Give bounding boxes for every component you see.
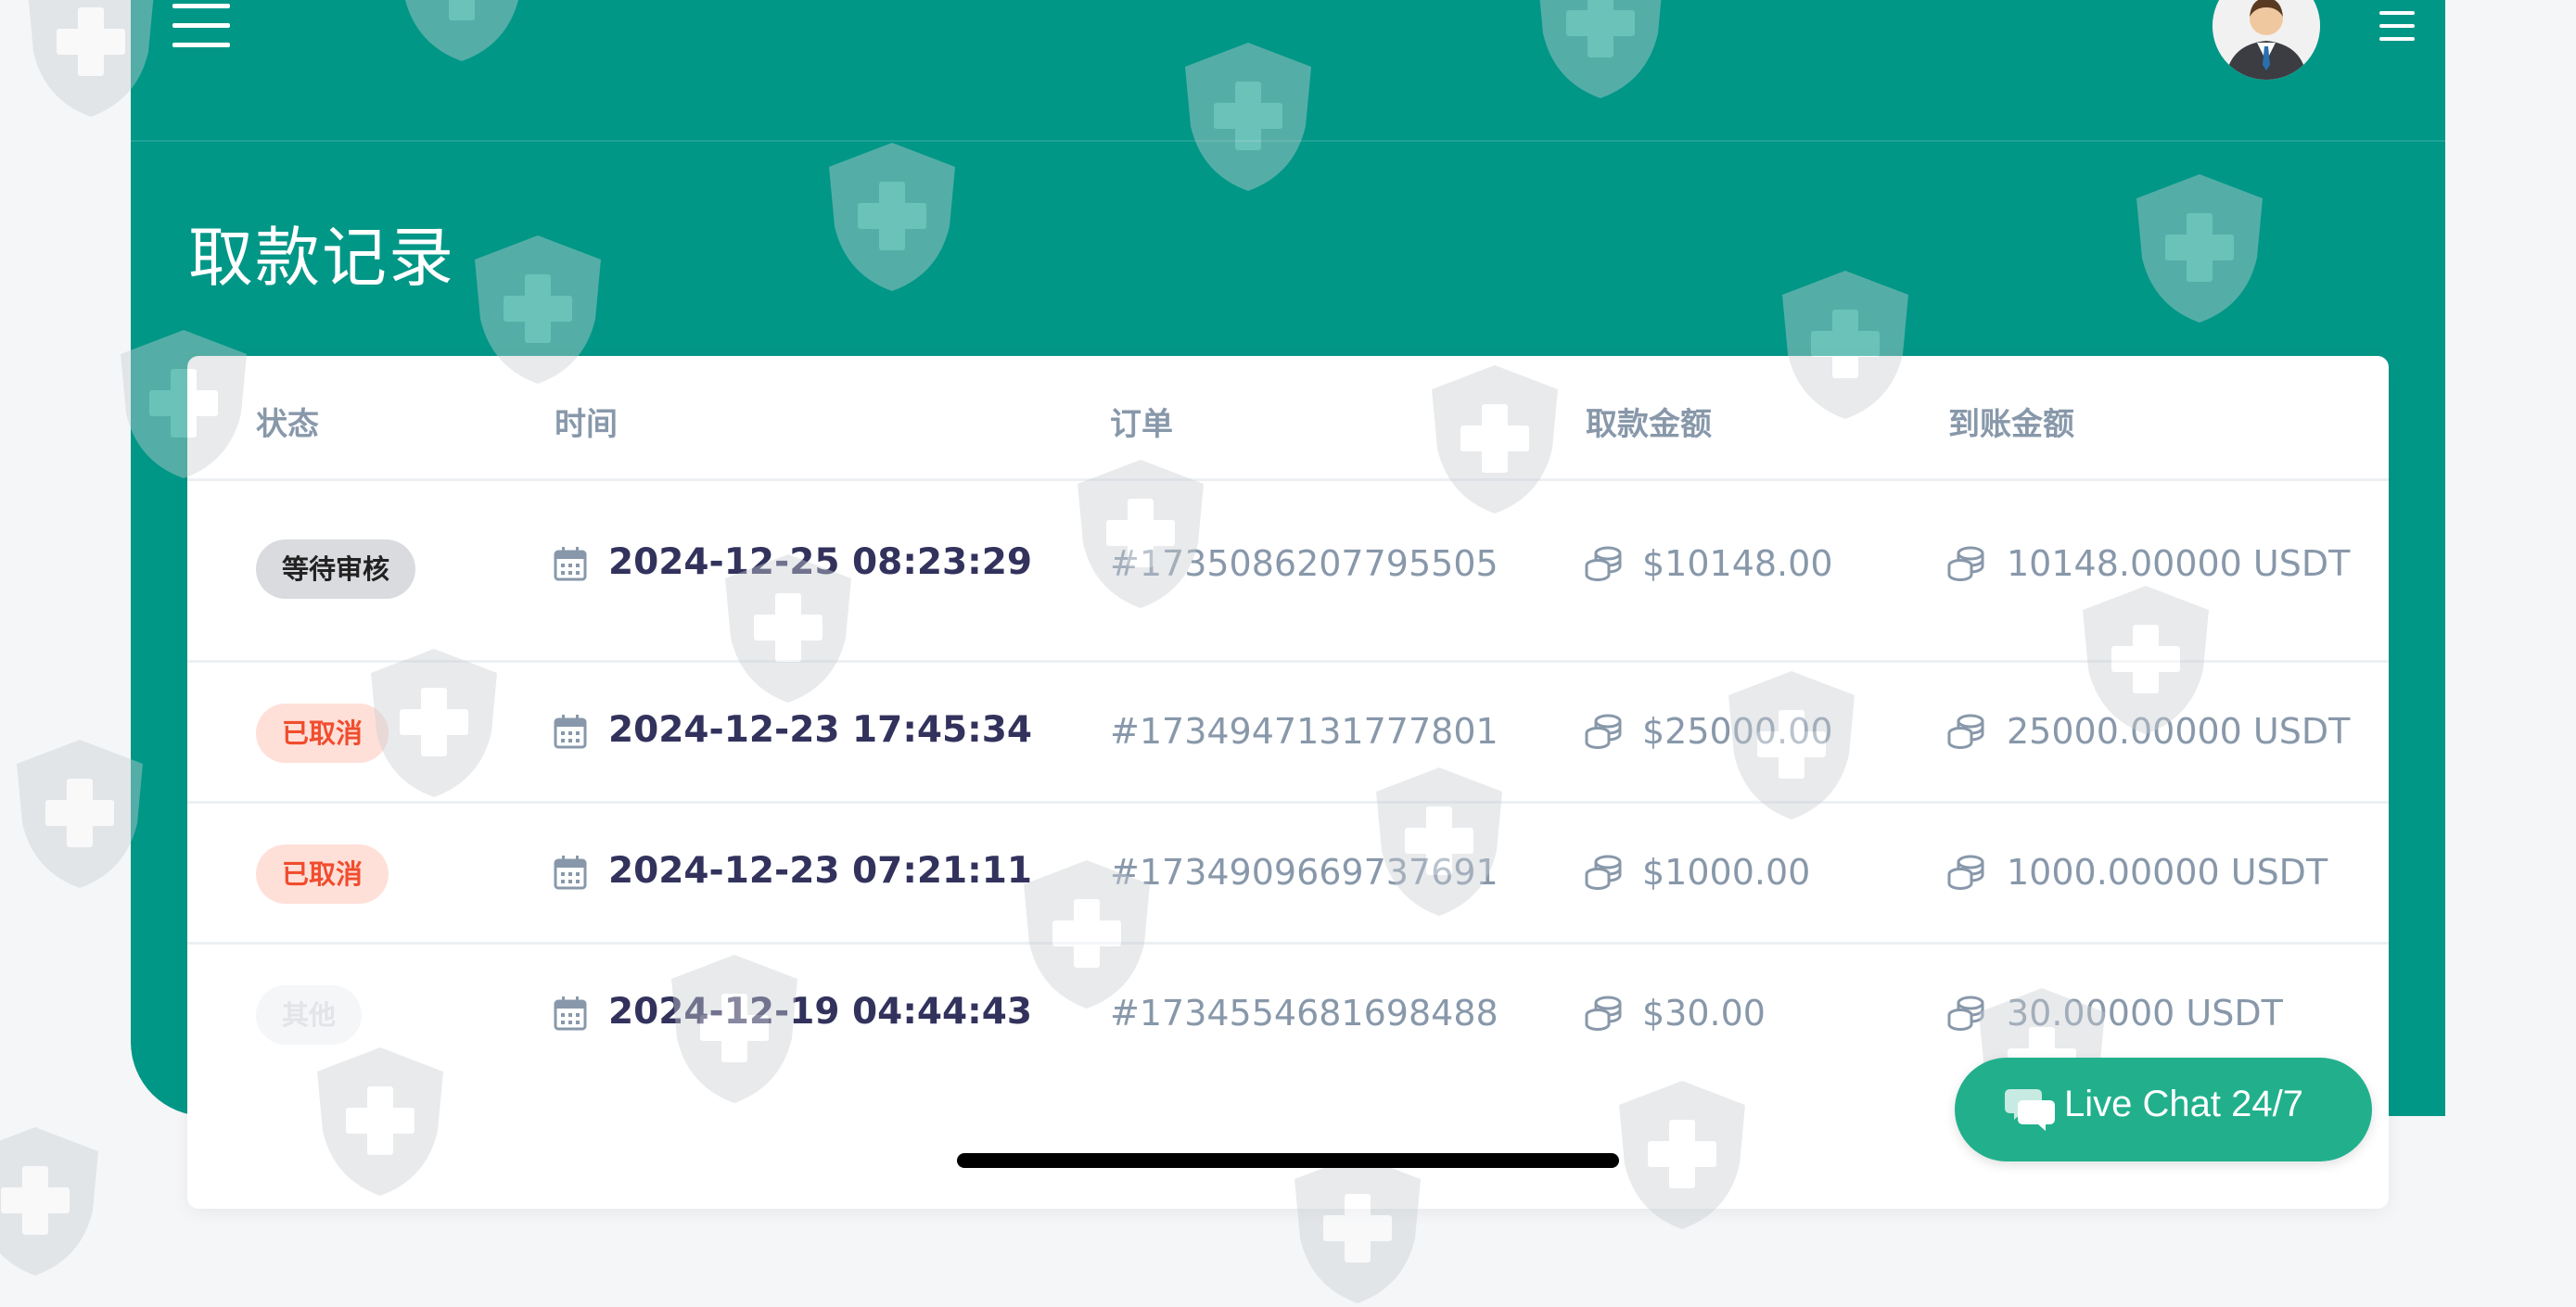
- shield-plus-icon: [0, 1122, 108, 1279]
- order-number: #1735086207795505: [1110, 543, 1498, 584]
- transaction-time: 2024-12-23 17:45:34: [608, 709, 1033, 751]
- order-number: #1734554681698488: [1110, 993, 1498, 1034]
- live-chat-label: Live Chat 24/7: [2064, 1084, 2303, 1124]
- coin-stack-icon: [1585, 546, 1622, 581]
- coin-stack-icon: [1585, 855, 1622, 890]
- status-badge: 其他: [256, 985, 363, 1045]
- coin-stack-icon: [1947, 546, 1984, 581]
- status-badge: 已取消: [256, 844, 389, 904]
- status-badge: 已取消: [256, 704, 389, 763]
- column-header-order: 订单: [1110, 406, 1173, 443]
- withdraw-amount: $25000.00: [1642, 711, 1833, 752]
- coin-stack-icon: [1947, 714, 1984, 749]
- column-header-received-amount: 到账金额: [1948, 406, 2074, 443]
- column-header-status: 状态: [256, 406, 319, 443]
- topbar-divider: [131, 140, 2445, 142]
- table-header: 状态 时间 订单 取款金额 到账金额: [187, 356, 2389, 481]
- coin-stack-icon: [1585, 714, 1622, 749]
- table-row[interactable]: 已取消 2024-12-23 07:21:11 #173490966973769…: [187, 804, 2389, 945]
- transaction-time: 2024-12-19 04:44:43: [608, 991, 1033, 1033]
- withdraw-amount: $30.00: [1642, 993, 1766, 1034]
- withdraw-amount: $1000.00: [1642, 852, 1811, 893]
- chat-bubbles-icon: [2005, 1089, 2055, 1131]
- coin-stack-icon: [1947, 855, 1984, 890]
- table-row[interactable]: 等待审核 2024-12-25 08:23:29 #17350862077955…: [187, 478, 2389, 663]
- calendar-icon: [554, 715, 587, 749]
- calendar-icon: [554, 856, 587, 890]
- live-chat-button[interactable]: Live Chat 24/7: [1955, 1058, 2372, 1161]
- order-number: #1734947131777801: [1110, 711, 1498, 752]
- calendar-icon: [554, 996, 587, 1031]
- table-row[interactable]: 已取消 2024-12-23 17:45:34 #173494713177780…: [187, 663, 2389, 804]
- coin-stack-icon: [1947, 996, 1984, 1031]
- withdraw-amount: $10148.00: [1642, 543, 1833, 584]
- home-indicator: [957, 1153, 1619, 1168]
- coin-stack-icon: [1585, 996, 1622, 1031]
- received-amount: 25000.00000 USDT: [2007, 711, 2351, 752]
- received-amount: 30.00000 USDT: [2007, 993, 2283, 1034]
- menu-icon[interactable]: [2379, 11, 2415, 43]
- transaction-time: 2024-12-23 07:21:11: [608, 850, 1033, 892]
- received-amount: 1000.00000 USDT: [2007, 852, 2328, 893]
- column-header-withdraw-amount: 取款金额: [1586, 406, 1712, 443]
- transaction-time: 2024-12-25 08:23:29: [608, 541, 1033, 583]
- column-header-time: 时间: [555, 406, 618, 443]
- status-badge: 等待审核: [256, 539, 416, 599]
- received-amount: 10148.00000 USDT: [2007, 543, 2351, 584]
- page-title: 取款记录: [188, 220, 455, 296]
- order-number: #1734909669737691: [1110, 852, 1498, 893]
- calendar-icon: [554, 547, 587, 581]
- hamburger-menu-icon[interactable]: [172, 0, 230, 52]
